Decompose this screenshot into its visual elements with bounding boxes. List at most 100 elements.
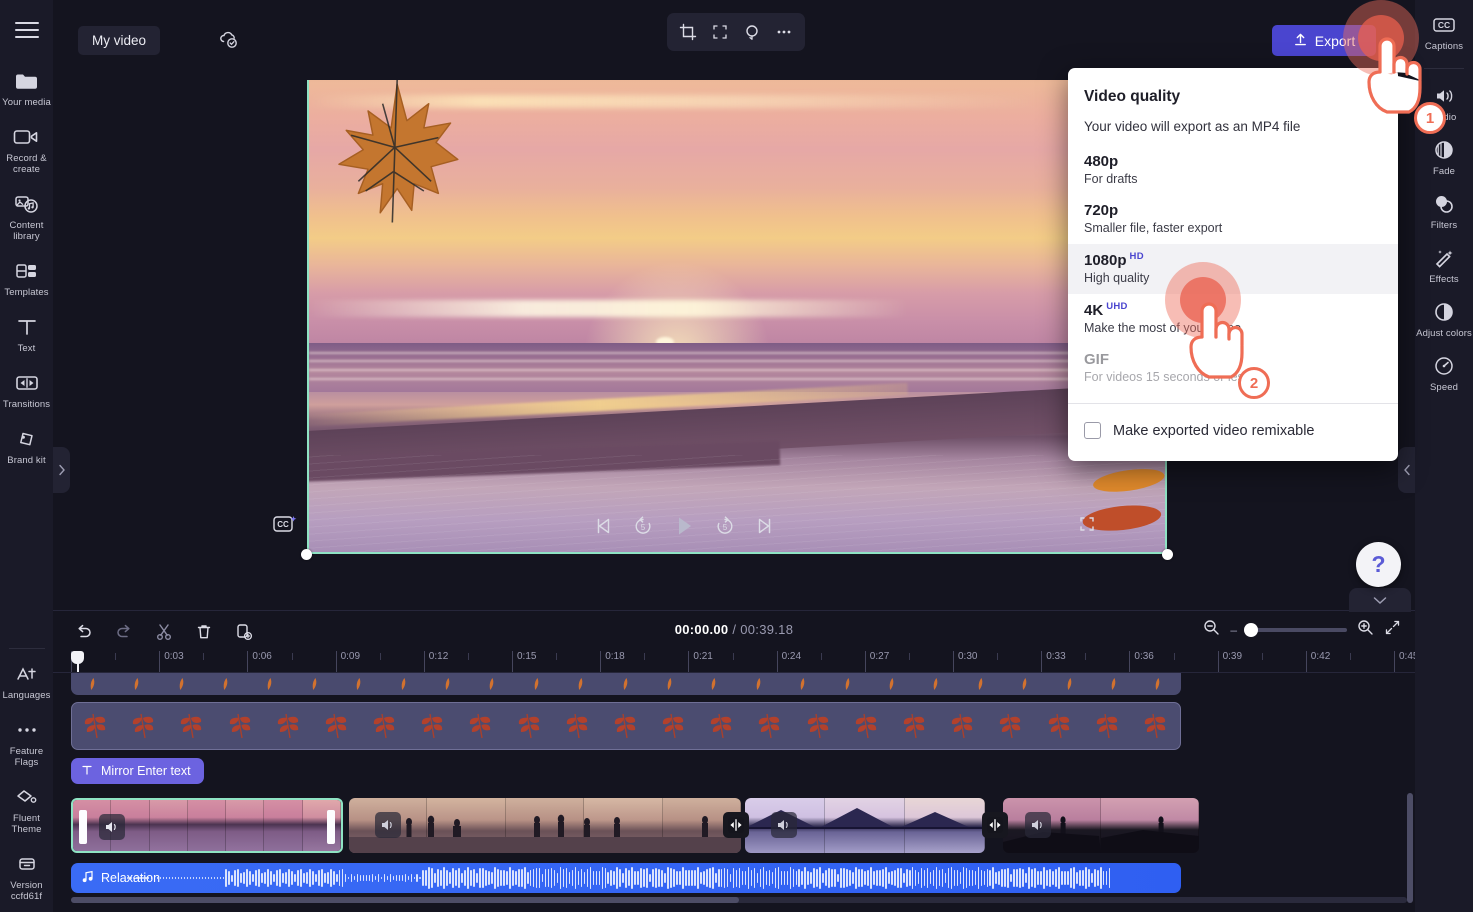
forward-5-icon[interactable]: 5: [714, 515, 736, 537]
overlay-track-clip-leaves[interactable]: [71, 702, 1181, 750]
project-name-field[interactable]: My video: [78, 26, 161, 55]
sidebar-item-templates[interactable]: Templates: [0, 258, 53, 298]
waveform-bar: [807, 870, 810, 886]
waveform-bar: [753, 868, 756, 888]
waveform-bar: [320, 869, 323, 887]
waveform-bar: [1031, 869, 1033, 887]
trash-icon[interactable]: [191, 619, 217, 645]
sidebar-item-text[interactable]: Text: [0, 314, 53, 354]
remix-option-row[interactable]: Make exported video remixable: [1068, 404, 1398, 461]
waveform-bar: [837, 874, 839, 882]
right-panel-collapse-button[interactable]: [1398, 447, 1415, 493]
zoom-slider[interactable]: [1244, 623, 1347, 637]
text-clip[interactable]: Mirror Enter text: [71, 758, 204, 784]
sidebar-item-label: Transitions: [2, 399, 51, 410]
sidebar-item-adjust-colors[interactable]: Adjust colors: [1415, 299, 1473, 339]
sidebar-item-record-create[interactable]: Record & create: [0, 124, 53, 175]
waveform-bar: [198, 877, 201, 879]
video-clip-mountain-lake[interactable]: [745, 798, 985, 853]
speaker-icon[interactable]: [771, 812, 797, 838]
waveform-bar: [980, 869, 983, 887]
step-badge-2: 2: [1238, 367, 1270, 399]
skip-end-icon[interactable]: [754, 516, 774, 536]
fit-frame-icon[interactable]: [705, 17, 735, 47]
speaker-icon[interactable]: [99, 814, 125, 840]
sidebar-item-languages[interactable]: Languages: [0, 661, 53, 701]
waveform-bar: [482, 867, 484, 889]
overlay-track-clip-top[interactable]: [71, 673, 1181, 695]
rotate-icon[interactable]: [737, 17, 767, 47]
help-button[interactable]: ?: [1356, 542, 1401, 587]
quality-option-480p[interactable]: 480p For drafts: [1068, 146, 1398, 195]
waveform-bar: [553, 869, 556, 887]
play-icon[interactable]: [672, 514, 696, 538]
zoom-in-icon[interactable]: [1357, 619, 1374, 641]
waveform-bar: [282, 873, 284, 883]
ellipsis-icon[interactable]: [769, 17, 799, 47]
sidebar-item-your-media[interactable]: Your media: [0, 68, 53, 108]
waveform-bar: [556, 872, 559, 884]
quality-option-720p[interactable]: 720p Smaller file, faster export: [1068, 195, 1398, 244]
skip-start-icon[interactable]: [594, 516, 614, 536]
audio-clip[interactable]: Relaxation: [71, 863, 1181, 893]
waveform-bar: [252, 874, 254, 882]
audio-clip-label: Relaxation: [101, 871, 161, 885]
video-clip-person-cliff[interactable]: [1003, 798, 1199, 853]
waveform-bar: [977, 866, 980, 890]
waveform-bar: [1061, 871, 1063, 885]
left-panel-collapse-button[interactable]: [53, 447, 70, 493]
cloud-saved-icon[interactable]: [218, 29, 240, 56]
transitions-icon: [14, 370, 40, 396]
sidebar-item-brand-kit[interactable]: Brand kit: [0, 426, 53, 466]
sidebar-item-speed[interactable]: Speed: [1415, 353, 1473, 393]
scroll-thumb[interactable]: [71, 897, 739, 903]
speaker-icon[interactable]: [375, 812, 401, 838]
content-library-icon: [14, 191, 40, 217]
waveform-bar: [180, 877, 183, 879]
remix-checkbox[interactable]: [1084, 422, 1101, 439]
duplicate-icon[interactable]: [231, 619, 257, 645]
maple-leaf-overlay-icon[interactable]: [322, 77, 468, 240]
sidebar-item-transitions[interactable]: Transitions: [0, 370, 53, 410]
timeline-collapse-button[interactable]: [1349, 588, 1411, 612]
clip-trim-right[interactable]: [327, 810, 335, 844]
waveform-bar: [1037, 871, 1039, 885]
undo-icon[interactable]: [71, 619, 97, 645]
zoom-out-icon[interactable]: [1203, 619, 1220, 641]
crop-icon[interactable]: [673, 17, 703, 47]
rewind-5-icon[interactable]: 5: [632, 515, 654, 537]
sidebar-item-fade[interactable]: Fade: [1415, 137, 1473, 177]
playhead[interactable]: [71, 651, 84, 672]
clip-trim-left[interactable]: [79, 810, 87, 844]
zoom-slider-knob[interactable]: [1244, 623, 1258, 637]
video-clip-sunset-beach[interactable]: [71, 798, 343, 853]
waveform-bar: [983, 871, 986, 885]
waveform-bar: [625, 868, 627, 888]
sidebar-item-feature-flags[interactable]: Feature Flags: [0, 717, 53, 768]
transition-icon[interactable]: [723, 812, 749, 838]
waveform-bar: [780, 870, 783, 886]
waveform-bar: [1055, 869, 1057, 887]
waveform-bar: [332, 870, 335, 885]
speaker-icon[interactable]: [1025, 812, 1051, 838]
waveform-bar: [896, 867, 899, 889]
timeline-horizontal-scrollbar[interactable]: [71, 897, 1407, 903]
timeline-vertical-scrollbar[interactable]: [1407, 793, 1413, 903]
captions-toggle-button[interactable]: CC: [272, 513, 298, 540]
hamburger-icon[interactable]: [14, 22, 39, 38]
sidebar-item-filters[interactable]: Filters: [1415, 191, 1473, 231]
redo-icon[interactable]: [111, 619, 137, 645]
fit-timeline-icon[interactable]: [1384, 619, 1401, 641]
sidebar-item-effects[interactable]: Effects: [1415, 245, 1473, 285]
fullscreen-icon[interactable]: [1078, 515, 1096, 538]
transition-icon[interactable]: [982, 812, 1008, 838]
canvas-handle-bottom-left[interactable]: [301, 549, 312, 560]
waveform-bar: [562, 869, 565, 887]
sidebar-item-content-library[interactable]: Content library: [0, 191, 53, 242]
video-canvas[interactable]: [307, 65, 1167, 554]
scissors-icon[interactable]: [151, 619, 177, 645]
timeline-ruler[interactable]: 00:030:060:090:120:150:180:210:240:270:3…: [53, 651, 1415, 673]
canvas-handle-bottom-right[interactable]: [1162, 549, 1173, 560]
sidebar-item-fluent-theme[interactable]: Fluent Theme: [0, 784, 53, 835]
video-clip-people-silhouette[interactable]: [349, 798, 741, 853]
